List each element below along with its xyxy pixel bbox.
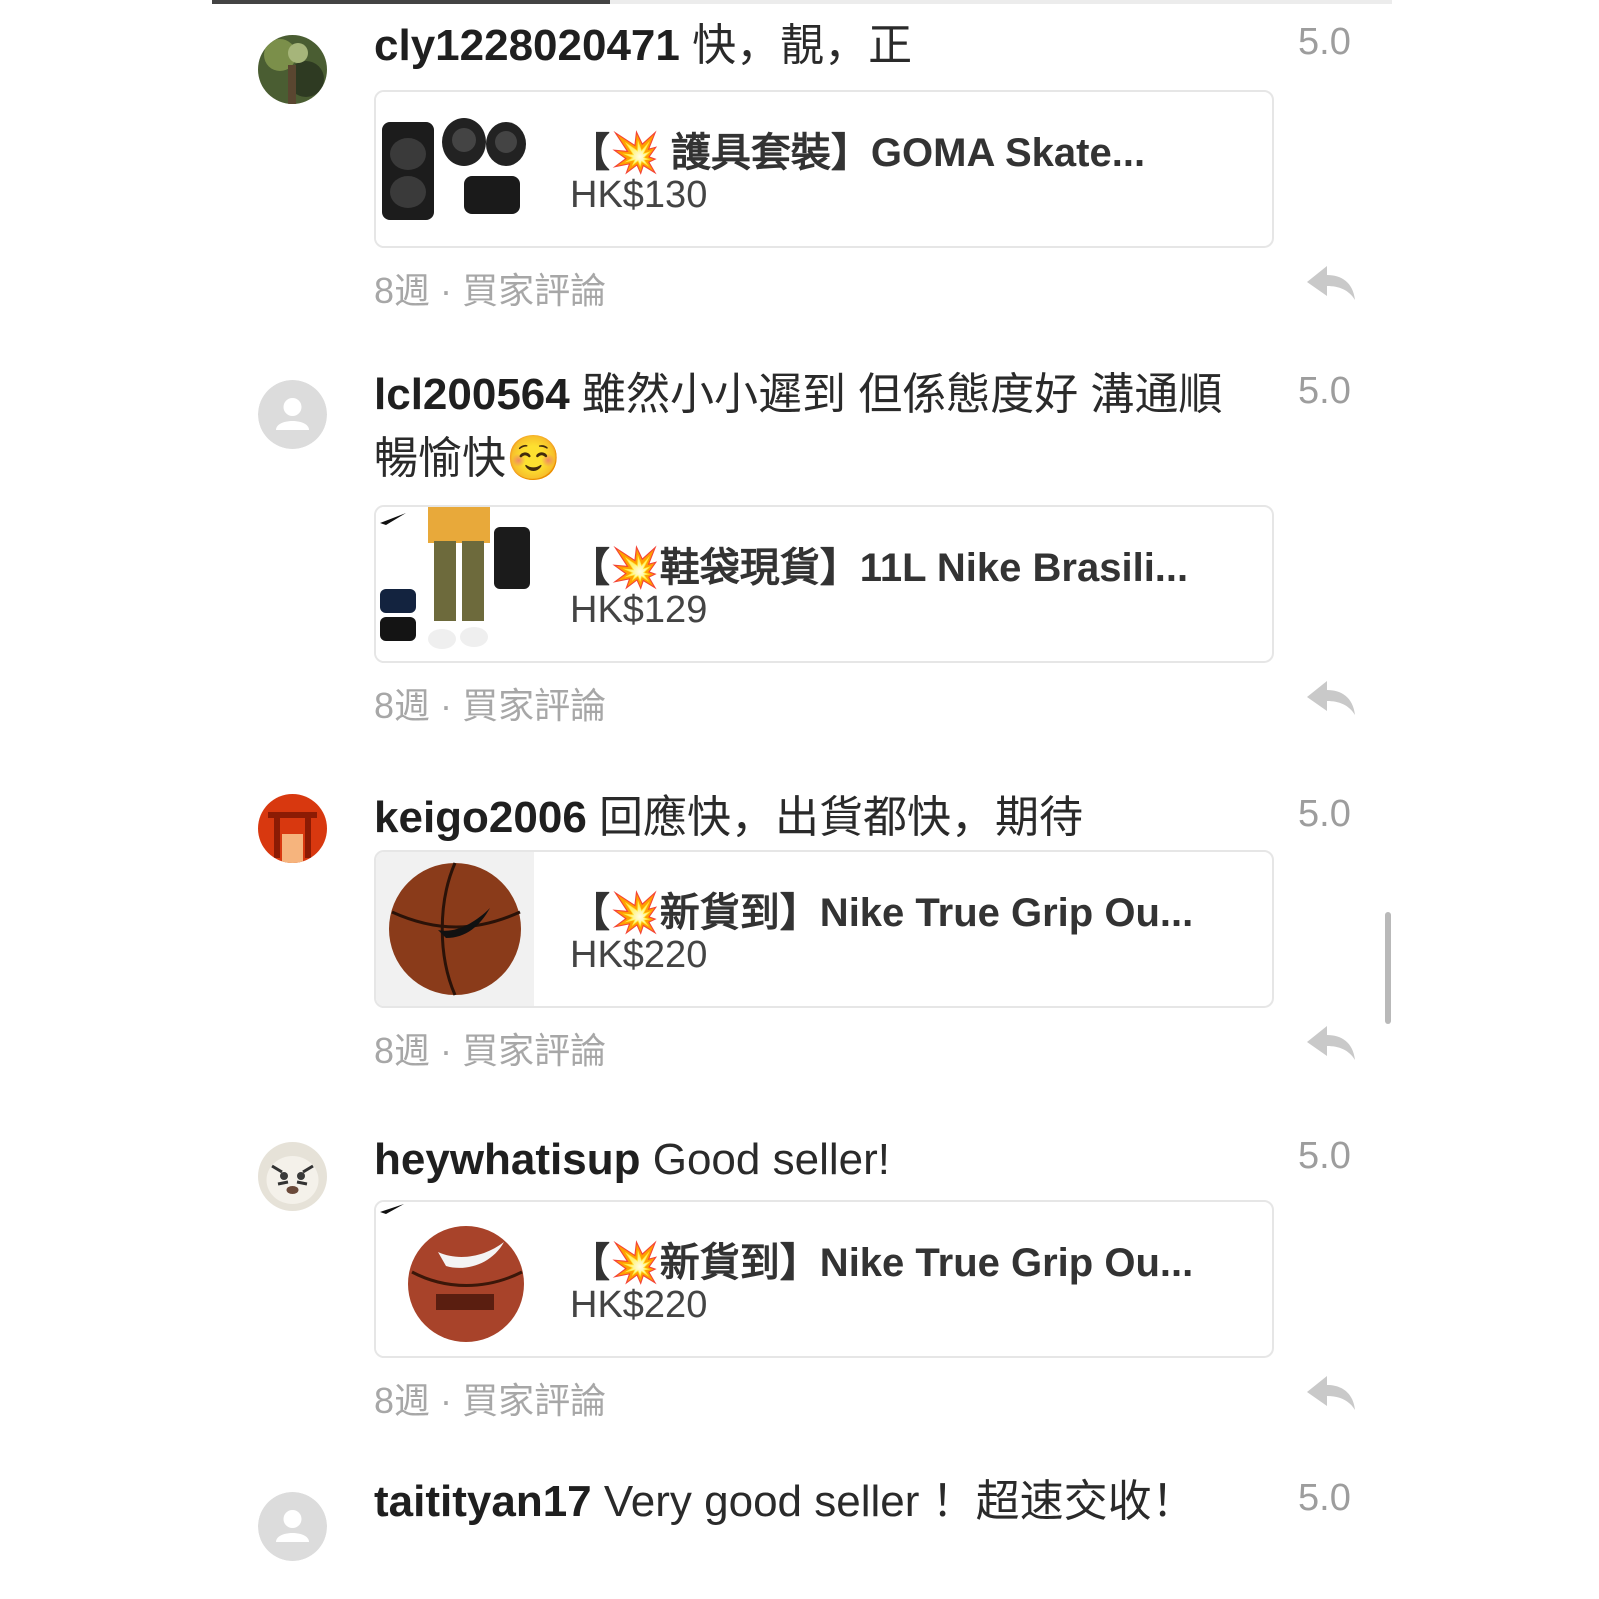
meta-separator: · [440,1380,453,1421]
rating-score: 5.0 [1298,21,1351,63]
basketball-image [376,852,534,1006]
review-time: 8週 [374,1030,431,1071]
reviewer-username[interactable]: keigo2006 [374,793,587,842]
reviewer-username[interactable]: heywhatisup [374,1135,641,1184]
review-text: taitityan17 Very good seller ！超速交收！ [374,1470,1214,1534]
review-comment: 快，靚，正 [692,21,913,70]
review-item: lcl200564 雖然小小遲到 但係態度好 溝通順暢愉快☺️ 5.0 【💥鞋袋… [0,345,1599,735]
shoe-bag-image [376,507,534,661]
product-price: HK$129 [570,589,708,631]
review-time: 8週 [374,685,431,726]
meta-separator: · [440,270,453,311]
review-type: 買家評論 [462,1030,607,1071]
review-time: 8週 [374,1380,431,1421]
review-comment: Very good seller ！超速交收！ [603,1477,1196,1526]
rating-score: 5.0 [1298,1135,1351,1177]
product-price: HK$220 [570,934,708,976]
basketball-grip-image [376,1202,534,1356]
review-meta: 8週 · 買家評論 [374,262,606,314]
product-title: 【💥新貨到】Nike True Grip Ou... [570,891,1194,935]
reply-icon[interactable] [1305,1024,1357,1064]
review-type: 買家評論 [462,1380,607,1421]
reviewer-username[interactable]: taitityan17 [374,1477,592,1526]
user-avatar[interactable] [258,1142,327,1211]
review-meta: 8週 · 買家評論 [374,1022,606,1074]
rating-score: 5.0 [1298,793,1351,835]
review-text: lcl200564 雖然小小遲到 但係態度好 溝通順暢愉快☺️ [374,363,1244,491]
scrollbar[interactable] [1385,912,1391,1024]
review-text: cly1228020471 快，靚，正 [374,14,1234,78]
product-card[interactable]: 【💥新貨到】Nike True Grip Ou... HK$220 [374,1200,1274,1358]
product-card[interactable]: 【💥鞋袋現貨】11L Nike Brasili... HK$129 [374,505,1274,663]
user-avatar[interactable] [258,380,327,449]
meta-separator: · [440,1030,453,1071]
product-price: HK$220 [570,1284,708,1326]
product-price: HK$130 [570,174,708,216]
reply-icon[interactable] [1305,1374,1357,1414]
user-avatar[interactable] [258,1492,327,1561]
meta-separator: · [440,685,453,726]
rating-score: 5.0 [1298,1477,1351,1519]
reviewer-username[interactable]: cly1228020471 [374,21,680,70]
review-meta: 8週 · 買家評論 [374,677,606,729]
review-comment: 回應快，出貨都快，期待 [599,793,1084,842]
review-text: heywhatisup Good seller! [374,1128,1234,1192]
product-title: 【💥新貨到】Nike True Grip Ou... [570,1241,1194,1285]
product-card[interactable]: 【💥新貨到】Nike True Grip Ou... HK$220 [374,850,1274,1008]
user-avatar[interactable] [258,794,327,863]
product-title: 【💥鞋袋現貨】11L Nike Brasili... [570,546,1189,590]
review-meta: 8週 · 買家評論 [374,1372,606,1424]
review-item: cly1228020471 快，靚，正 5.0 【💥 護具套裝】GOMA Ska… [0,0,1599,330]
skate-pads-image [376,92,534,246]
reviewer-username[interactable]: lcl200564 [374,370,570,419]
review-item: taitityan17 Very good seller ！超速交收！ 5.0 [0,1462,1599,1599]
review-item: heywhatisup Good seller! 5.0 【💥新貨到】Nike … [0,1116,1599,1446]
review-type: 買家評論 [462,270,607,311]
rating-score: 5.0 [1298,370,1351,412]
product-title: 【💥 護具套裝】GOMA Skate... [570,131,1146,175]
review-text: keigo2006 回應快，出貨都快，期待 [374,786,1234,850]
product-card[interactable]: 【💥 護具套裝】GOMA Skate... HK$130 [374,90,1274,248]
review-item: keigo2006 回應快，出貨都快，期待 5.0 【💥新貨到】Nike Tru… [0,768,1599,1098]
reply-icon[interactable] [1305,264,1357,304]
review-time: 8週 [374,270,431,311]
review-type: 買家評論 [462,685,607,726]
review-comment: Good seller! [652,1135,890,1184]
reply-icon[interactable] [1305,679,1357,719]
user-avatar[interactable] [258,35,327,104]
